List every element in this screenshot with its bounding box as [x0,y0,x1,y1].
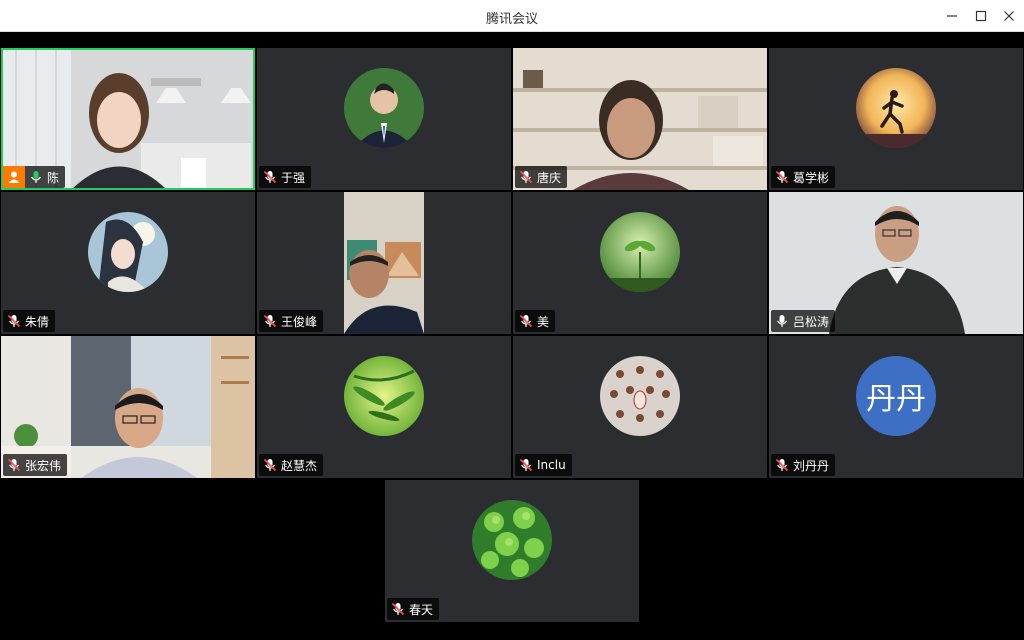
participant-tile[interactable]: 春天 [385,480,639,622]
title-bar: 腾讯会议 [0,0,1024,32]
avatar [472,500,552,580]
minimize-icon [947,15,957,17]
name-tag: 王俊峰 [259,310,324,332]
participant-tile[interactable]: 葛学彬 [769,48,1023,190]
participant-tile[interactable]: 陈 [1,48,255,190]
participant-tile[interactable]: 唐庆 [513,48,767,190]
muted-microphone-icon [263,314,277,328]
participant-name: 吕松涛 [793,314,830,329]
participant-tile[interactable]: 朱倩 [1,192,255,334]
avatar [344,356,424,436]
participant-name: 唐庆 [537,170,562,185]
participant-name: 张宏伟 [25,458,62,473]
participant-tile[interactable]: 王俊峰 [257,192,511,334]
close-icon [1004,11,1014,21]
name-tag: 于强 [259,166,312,188]
participant-name: 于强 [281,170,306,185]
muted-microphone-icon [519,458,533,472]
participant-name: 朱倩 [25,314,50,329]
name-tag: 刘丹丹 [771,454,836,476]
muted-microphone-icon [775,458,789,472]
host-badge [3,166,25,188]
muted-microphone-icon [519,314,533,328]
participant-name: 刘丹丹 [793,458,830,473]
maximize-icon [975,10,987,22]
participant-name: 美 [537,314,550,329]
participant-tile[interactable]: 于强 [257,48,511,190]
name-tag: 朱倩 [3,310,56,332]
microphone-icon [31,171,41,183]
participant-name: 王俊峰 [281,314,318,329]
name-tag: 美 [515,310,556,332]
participant-name: 春天 [409,602,434,617]
person-icon [8,171,20,183]
participant-tile[interactable]: 美 [513,192,767,334]
muted-microphone-icon [775,170,789,184]
participant-tile[interactable]: 丹丹 刘丹丹 [769,336,1023,478]
close-button[interactable] [997,4,1021,28]
muted-microphone-icon [263,458,277,472]
participant-tile[interactable]: 吕松涛 [769,192,1023,334]
muted-microphone-icon [263,170,277,184]
avatar [88,212,168,292]
participant-name: 葛学彬 [793,170,830,185]
participant-grid: 陈 于强 唐庆 葛学彬 朱倩 王俊峰 美 吕松涛 张宏伟 赵慧杰 Inclu 丹… [0,47,1024,640]
name-tag: 赵慧杰 [259,454,324,476]
participant-name: 陈 [47,170,60,185]
muted-microphone-icon [7,314,21,328]
participant-name: Inclu [537,458,566,472]
avatar [344,68,424,148]
name-tag: 吕松涛 [771,310,836,332]
name-tag: 张宏伟 [3,454,68,476]
participant-tile[interactable]: 张宏伟 [1,336,255,478]
name-tag: 陈 [3,166,66,188]
avatar [600,356,680,436]
avatar [600,212,680,292]
name-tag: 葛学彬 [771,166,836,188]
microphone-icon [777,315,787,327]
avatar-initials: 丹丹 [856,356,936,436]
muted-microphone-icon [7,458,21,472]
minimize-button[interactable] [940,4,964,28]
window-title: 腾讯会议 [485,12,538,27]
participant-name: 赵慧杰 [281,458,318,473]
muted-microphone-icon [519,170,533,184]
maximize-button[interactable] [969,4,993,28]
avatar [856,68,936,148]
name-tag: 唐庆 [515,166,568,188]
participant-tile[interactable]: 赵慧杰 [257,336,511,478]
muted-microphone-icon [391,602,405,616]
name-tag: Inclu [515,454,572,476]
name-tag: 春天 [387,598,440,620]
participant-tile[interactable]: Inclu [513,336,767,478]
